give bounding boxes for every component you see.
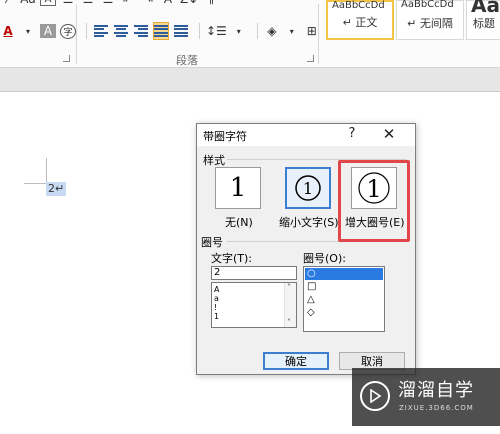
style-shrink-text-label[interactable]: 缩小文字(S): [279, 214, 339, 230]
enclosure-circle-item[interactable]: ○: [305, 268, 383, 280]
align-center-button[interactable]: [113, 22, 129, 40]
distributed-button[interactable]: [173, 22, 189, 40]
word-window: ⁄ Aa A ☰ ☰ ☰ ⇤ ⇥ A Z↓ ¶ A ▾ A 字 ↕☰ ▾: [0, 0, 500, 434]
enclosure-field-label: 圈号(O):: [303, 252, 346, 265]
separator: [199, 23, 200, 39]
highlight-annotation: [338, 160, 410, 242]
list-scrollbar[interactable]: ˄ ˅: [284, 283, 296, 327]
paragraph-group-label: 段落: [176, 54, 198, 67]
separator: [256, 23, 258, 39]
style-none-option[interactable]: 1: [215, 167, 261, 209]
text-list[interactable]: A a ! 1 ˄ ˅: [211, 282, 297, 328]
play-logo-icon: [360, 381, 390, 411]
style-shrink-text-option[interactable]: 1: [285, 167, 331, 209]
ribbon-bottom-edge: [0, 68, 500, 92]
line-spacing-icon[interactable]: ↕☰: [206, 22, 227, 40]
text-input[interactable]: 2: [211, 266, 297, 280]
list-item[interactable]: A: [214, 285, 219, 294]
chinese-layout-icon[interactable]: A: [160, 0, 176, 8]
group-divider: [318, 4, 319, 64]
font-color-dropdown-icon[interactable]: ▾: [20, 22, 36, 40]
watermark-title: 溜溜自学: [398, 380, 474, 401]
ribbon-top-row: ⁄ Aa A ☰ ☰ ☰ ⇤ ⇥ A Z↓ ¶: [0, 0, 222, 8]
style-none-label[interactable]: 无(N): [225, 214, 253, 230]
shading-dropdown-icon[interactable]: ▾: [284, 22, 300, 40]
indent-icon[interactable]: ⇤: [120, 0, 136, 8]
style-name: ↵ 无间隔: [407, 17, 453, 30]
styles-gallery: AaBbCcDd ↵ 正文 AaBbCcDd ↵ 无间隔 AaB 标题: [324, 0, 500, 42]
align-right-button[interactable]: [133, 22, 149, 40]
group-divider: [76, 4, 77, 64]
outdent-icon[interactable]: ⇥: [140, 0, 156, 8]
close-button[interactable]: ✕: [381, 125, 397, 143]
ribbon-format-row: A ▾ A 字 ↕☰ ▾ ◈ ▾ ⊞ ▾: [0, 22, 344, 40]
separator: [86, 23, 87, 39]
char-border-icon[interactable]: A: [40, 0, 56, 6]
style-no-spacing[interactable]: AaBbCcDd ↵ 无间隔: [396, 0, 464, 40]
list-item[interactable]: a: [214, 294, 219, 303]
style-none-glyph: 1: [229, 173, 247, 203]
svg-text:1: 1: [303, 179, 313, 198]
style-section-label: 样式: [203, 154, 225, 167]
ribbon: ⁄ Aa A ☰ ☰ ☰ ⇤ ⇥ A Z↓ ¶ A ▾ A 字 ↕☰ ▾: [0, 0, 500, 68]
margin-corner-mark: [24, 183, 46, 184]
list-item[interactable]: 1: [214, 312, 219, 321]
multilevel-icon[interactable]: ☰: [100, 0, 116, 8]
align-left-button[interactable]: [93, 22, 109, 40]
dialog-title: 带圈字符: [203, 130, 247, 143]
dialog-titlebar: 带圈字符 ? ✕: [197, 124, 415, 146]
change-case-button[interactable]: Aa: [20, 0, 36, 8]
bullets-icon[interactable]: ☰: [60, 0, 76, 8]
enclose-char-button[interactable]: 字: [60, 23, 76, 39]
text-field-label: 文字(T):: [211, 252, 253, 265]
char-shading-button[interactable]: A: [40, 24, 56, 38]
style-preview: AaBbCcDd: [401, 0, 454, 10]
numbering-icon[interactable]: ☰: [80, 0, 96, 8]
list-item[interactable]: !: [214, 303, 217, 312]
style-name: 标题: [473, 17, 495, 30]
ok-button[interactable]: 确定: [263, 352, 329, 370]
style-name: ↵ 正文: [342, 16, 378, 29]
sort-button[interactable]: Z↓: [180, 0, 198, 8]
format-painter-icon[interactable]: ⁄: [0, 0, 16, 8]
font-color-button[interactable]: A: [0, 22, 16, 40]
enclosure-triangle-item[interactable]: △: [305, 294, 383, 306]
enclosure-list[interactable]: ○ □ △ ◇: [303, 266, 385, 332]
shading-icon[interactable]: ◈: [264, 22, 280, 40]
paragraph-launcher-icon[interactable]: [307, 55, 314, 62]
scroll-down-icon[interactable]: ˅: [287, 318, 291, 327]
justify-button[interactable]: [153, 22, 169, 40]
watermark: 溜溜自学 ZIXUE.3D66.COM: [352, 368, 500, 426]
line-spacing-dropdown-icon[interactable]: ▾: [231, 22, 247, 40]
margin-corner-mark: [46, 158, 47, 184]
font-launcher-icon[interactable]: [63, 55, 70, 62]
help-button[interactable]: ?: [345, 126, 359, 141]
watermark-subtitle: ZIXUE.3D66.COM: [399, 404, 474, 412]
enclosure-section-label: 圈号: [201, 236, 223, 249]
scroll-up-icon[interactable]: ˄: [287, 283, 291, 292]
circled-one-icon: 1: [287, 169, 329, 207]
enclosure-square-item[interactable]: □: [305, 281, 383, 293]
style-preview: AaBbCcDd: [332, 0, 385, 11]
enclosure-diamond-item[interactable]: ◇: [305, 307, 383, 319]
style-normal[interactable]: AaBbCcDd ↵ 正文: [326, 0, 394, 40]
style-heading[interactable]: AaB 标题: [466, 0, 500, 40]
show-marks-icon[interactable]: ¶: [202, 0, 218, 8]
selected-document-text[interactable]: 2↵: [46, 182, 67, 196]
